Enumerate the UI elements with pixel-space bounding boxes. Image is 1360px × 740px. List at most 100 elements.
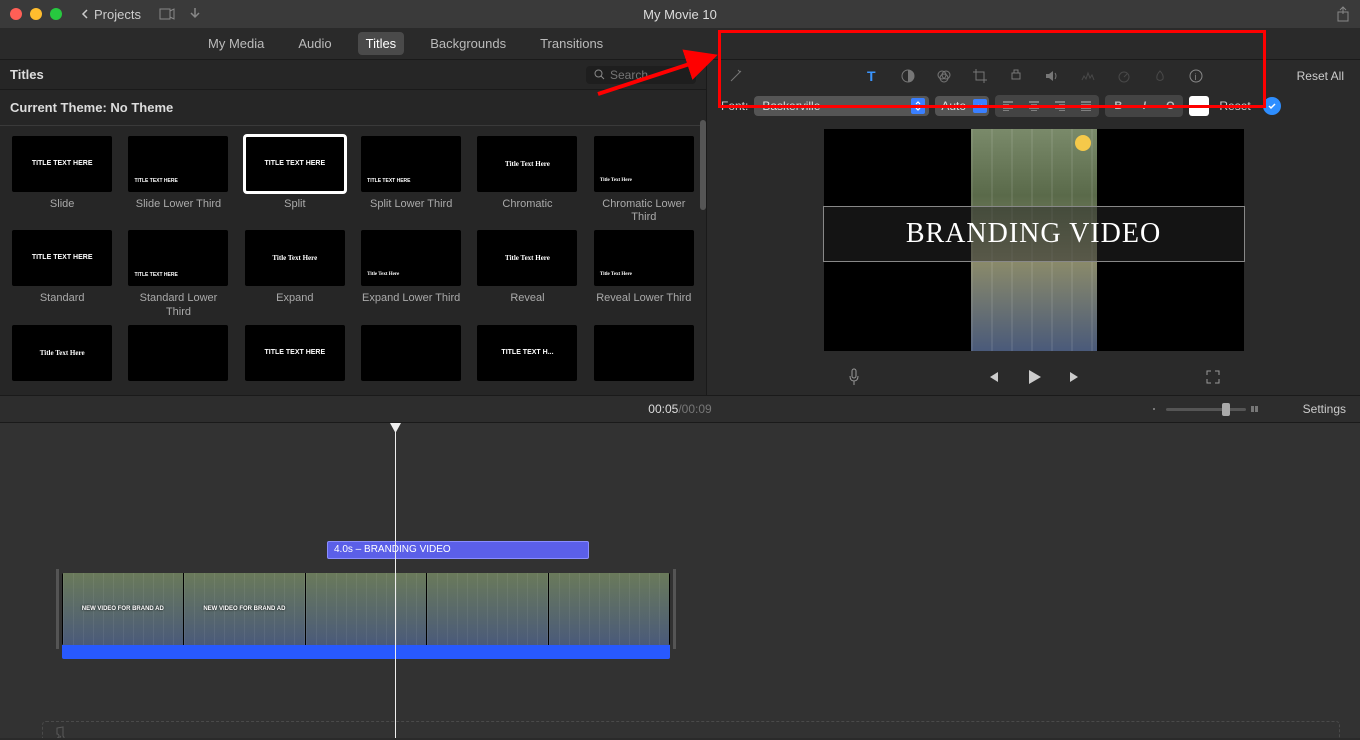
timeline-header: 00:05 / 00:09 Settings <box>0 395 1360 423</box>
clip-filter-icon[interactable] <box>1151 67 1169 85</box>
align-left-button[interactable] <box>996 96 1020 116</box>
title-preset-item[interactable]: TITLE TEXT HERE <box>239 325 351 387</box>
title-thumb: TITLE TEXT HERE <box>128 230 228 286</box>
search-input[interactable] <box>610 68 680 82</box>
noise-reduction-icon[interactable] <box>1079 67 1097 85</box>
title-overlay-text: BRANDING VIDEO <box>906 218 1161 250</box>
title-preset-item[interactable]: TITLE TEXT H... <box>471 325 583 387</box>
zoom-out-icon <box>1152 404 1162 414</box>
outline-button[interactable]: O <box>1158 96 1182 116</box>
title-preset-item[interactable]: TITLE TEXT HERESlide Lower Third <box>122 136 234 224</box>
title-preset-item[interactable] <box>122 325 234 387</box>
title-thumb-text: TITLE TEXT HERE <box>134 178 177 184</box>
tab-transitions[interactable]: Transitions <box>532 32 611 55</box>
titles-grid: TITLE TEXT HERESlideTITLE TEXT HERESlide… <box>0 126 706 395</box>
search-box[interactable] <box>586 66 696 84</box>
text-color-swatch[interactable] <box>1189 96 1209 116</box>
projects-back-button[interactable]: Projects <box>80 7 141 22</box>
playhead[interactable] <box>395 427 396 738</box>
title-overlay[interactable]: BRANDING VIDEO <box>824 207 1244 261</box>
timeline-settings-button[interactable]: Settings <box>1303 402 1346 416</box>
zoom-slider[interactable] <box>1152 404 1260 414</box>
viewer: BRANDING VIDEO <box>707 120 1360 359</box>
title-preset-label: Split <box>284 198 305 211</box>
title-preset-item[interactable]: TITLE TEXT HEREStandard <box>6 230 118 318</box>
title-preset-item[interactable]: Title Text HereExpand Lower Third <box>355 230 467 318</box>
voiceover-mic-icon[interactable] <box>847 368 861 386</box>
title-preset-item[interactable] <box>355 325 467 387</box>
crop-icon[interactable] <box>971 67 989 85</box>
stabilization-icon[interactable] <box>1007 67 1025 85</box>
font-size-select[interactable]: Auto <box>935 96 989 116</box>
title-preset-item[interactable]: Title Text HereChromatic Lower Third <box>588 136 700 224</box>
tab-backgrounds[interactable]: Backgrounds <box>422 32 514 55</box>
title-preset-item[interactable]: Title Text Here <box>6 325 118 387</box>
text-inspector-icon[interactable]: T <box>863 67 881 85</box>
title-preset-item[interactable]: TITLE TEXT HERESplit <box>239 136 351 224</box>
color-balance-icon[interactable] <box>899 67 917 85</box>
timeline[interactable]: 4.0s – BRANDING VIDEO NEW VIDEO FOR BRAN… <box>0 423 1360 738</box>
stepper-icon <box>911 98 925 114</box>
timecode-current: 00:05 <box>648 402 678 416</box>
title-thumb <box>128 325 228 381</box>
browser-title: Titles <box>10 67 44 82</box>
title-thumb-text: TITLE TEXT HERE <box>32 254 93 262</box>
download-icon[interactable] <box>189 7 201 21</box>
italic-button[interactable]: I <box>1132 96 1156 116</box>
title-thumb-text: Title Text Here <box>600 178 632 184</box>
title-preset-item[interactable]: Title Text HereChromatic <box>471 136 583 224</box>
title-preset-item[interactable]: TITLE TEXT HERESplit Lower Third <box>355 136 467 224</box>
title-clip[interactable]: 4.0s – BRANDING VIDEO <box>327 541 589 559</box>
audio-waveform[interactable] <box>62 645 670 659</box>
tab-my-media[interactable]: My Media <box>200 32 272 55</box>
minimize-window-button[interactable] <box>30 8 42 20</box>
title-thumb-text: Title Text Here <box>505 254 550 262</box>
volume-icon[interactable] <box>1043 67 1061 85</box>
title-thumb-text: Title Text Here <box>367 272 399 278</box>
title-preset-item[interactable]: Title Text HereReveal Lower Third <box>588 230 700 318</box>
bold-button[interactable]: B <box>1106 96 1130 116</box>
title-preset-item[interactable] <box>588 325 700 387</box>
font-label: Font: <box>721 99 748 113</box>
enhance-icon[interactable] <box>727 67 745 85</box>
title-thumb-text: Title Text Here <box>40 349 85 357</box>
fullscreen-icon[interactable] <box>1206 370 1220 384</box>
speed-icon[interactable] <box>1115 67 1133 85</box>
title-preset-item[interactable]: Title Text HereExpand <box>239 230 351 318</box>
music-well[interactable] <box>42 721 1340 738</box>
font-controls: Font: Baskerville Auto B I O Reset <box>707 92 1360 120</box>
title-thumb: TITLE TEXT HERE <box>12 230 112 286</box>
import-media-icon[interactable] <box>159 7 175 21</box>
play-button[interactable] <box>1025 368 1043 386</box>
scrollbar[interactable] <box>700 120 706 210</box>
apply-checkmark-icon[interactable] <box>1263 97 1281 115</box>
info-icon[interactable]: i <box>1187 67 1205 85</box>
next-button[interactable] <box>1067 369 1083 385</box>
title-preset-item[interactable]: Title Text HereReveal <box>471 230 583 318</box>
close-window-button[interactable] <box>10 8 22 20</box>
share-button[interactable] <box>1336 6 1350 22</box>
align-center-button[interactable] <box>1022 96 1046 116</box>
fullscreen-window-button[interactable] <box>50 8 62 20</box>
font-family-select[interactable]: Baskerville <box>754 96 929 116</box>
zoom-thumb[interactable] <box>1222 403 1230 416</box>
alignment-group <box>995 95 1099 117</box>
reset-button[interactable]: Reset <box>1219 99 1250 113</box>
tab-audio[interactable]: Audio <box>290 32 339 55</box>
title-thumb: Title Text Here <box>477 136 577 192</box>
zoom-track[interactable] <box>1166 408 1246 411</box>
viewer-canvas[interactable]: BRANDING VIDEO <box>824 129 1244 351</box>
zoom-in-icon <box>1250 404 1260 414</box>
color-correction-icon[interactable] <box>935 67 953 85</box>
title-preset-item[interactable]: TITLE TEXT HEREStandard Lower Third <box>122 230 234 318</box>
reset-all-button[interactable]: Reset All <box>1297 69 1344 83</box>
svg-text:i: i <box>1194 72 1196 82</box>
align-right-button[interactable] <box>1048 96 1072 116</box>
title-thumb: Title Text Here <box>477 230 577 286</box>
prev-button[interactable] <box>985 369 1001 385</box>
tab-titles[interactable]: Titles <box>358 32 405 55</box>
video-track[interactable]: NEW VIDEO FOR BRAND AD NEW VIDEO FOR BRA… <box>62 573 670 645</box>
title-thumb: TITLE TEXT H... <box>477 325 577 381</box>
title-preset-item[interactable]: TITLE TEXT HERESlide <box>6 136 118 224</box>
align-justify-button[interactable] <box>1074 96 1098 116</box>
